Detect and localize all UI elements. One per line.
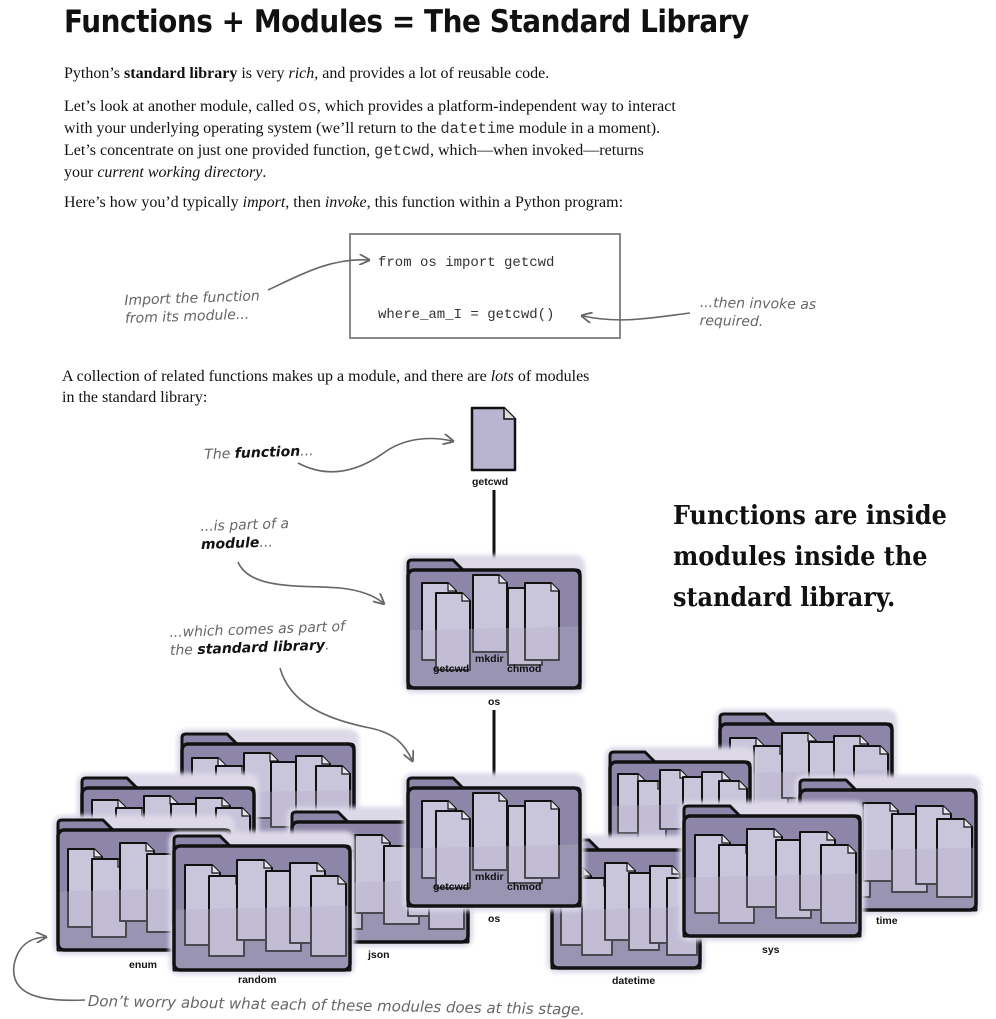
sys-module-label: sys xyxy=(762,944,780,956)
enum-module-label: enum xyxy=(129,959,158,971)
library-diagram xyxy=(12,0,981,1002)
getcwd-label: getcwd xyxy=(472,476,509,488)
random-module-folder xyxy=(169,831,355,975)
library-os-mkdir-label: mkdir xyxy=(475,871,504,883)
getcwd-function-doc xyxy=(470,406,517,472)
function-arrow xyxy=(297,439,452,473)
import-arrow xyxy=(267,260,368,291)
library-os-label: os xyxy=(488,913,501,925)
os-module-folder xyxy=(403,555,585,693)
json-module-label: json xyxy=(368,949,390,961)
time-module-label: time xyxy=(876,915,898,927)
module-arrow xyxy=(237,561,383,603)
random-module-label: random xyxy=(238,974,277,986)
invoke-arrow xyxy=(583,313,691,320)
library-os-chmod-label: chmod xyxy=(507,881,542,893)
library-os-module-folder xyxy=(403,773,585,911)
os-module-label: os xyxy=(488,696,501,708)
os-module-chmod-label: chmod xyxy=(507,663,542,675)
os-module-getcwd-label: getcwd xyxy=(433,663,470,675)
sys-module-folder xyxy=(679,801,865,941)
library-os-getcwd-label: getcwd xyxy=(433,881,470,893)
datetime-module-label: datetime xyxy=(612,975,656,987)
os-module-mkdir-label: mkdir xyxy=(475,653,504,665)
